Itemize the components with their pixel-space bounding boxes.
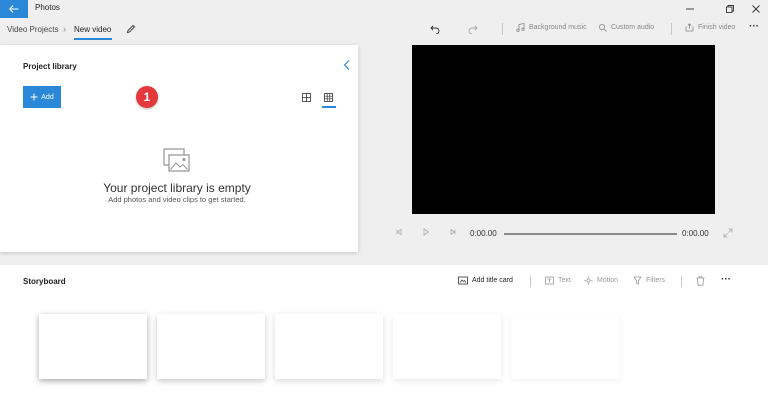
empty-library-subtitle: Add photos and video clips to get starte… xyxy=(108,195,246,204)
command-bar: Video Projects › New video Background mu… xyxy=(0,18,768,42)
storyboard-slot[interactable] xyxy=(275,314,383,379)
text-button[interactable]: Text xyxy=(545,276,571,285)
toolbar-divider xyxy=(671,23,672,35)
large-thumbnail-view-button[interactable] xyxy=(300,91,312,103)
restore-icon xyxy=(726,5,734,13)
photos-empty-icon xyxy=(163,148,190,172)
motion-button[interactable]: Motion xyxy=(584,276,618,285)
storyboard-slot[interactable] xyxy=(157,314,265,379)
expand-icon[interactable] xyxy=(723,228,733,238)
add-media-label: Add xyxy=(41,93,54,101)
storyboard-slot[interactable] xyxy=(39,314,147,379)
motion-icon xyxy=(584,276,593,285)
close-icon xyxy=(752,5,760,13)
callout-marker-1: 1 xyxy=(136,86,158,108)
active-view-underline xyxy=(322,106,336,108)
back-button[interactable] xyxy=(0,0,28,18)
storyboard-title: Storyboard xyxy=(23,277,66,286)
storyboard-more-button[interactable]: ··· xyxy=(721,274,731,285)
play-icon[interactable] xyxy=(421,227,431,237)
filters-icon xyxy=(633,276,642,285)
export-icon xyxy=(685,23,694,32)
storyboard-slot[interactable] xyxy=(511,314,619,379)
total-time: 0:00.00 xyxy=(682,229,709,238)
title-bar: Photos xyxy=(0,0,768,18)
breadcrumb-active-underline xyxy=(74,38,112,40)
filters-button[interactable]: Filters xyxy=(633,276,665,285)
breadcrumb-separator-icon: › xyxy=(63,24,66,34)
add-title-card-label: Add title card xyxy=(472,277,513,284)
plus-icon xyxy=(30,93,38,101)
storyboard-divider xyxy=(681,276,682,287)
motion-label: Motion xyxy=(597,277,619,284)
add-media-button[interactable]: Add xyxy=(23,86,61,108)
current-time: 0:00.00 xyxy=(470,229,497,238)
custom-audio-icon xyxy=(599,24,607,32)
storyboard-panel: Storyboard Add title card Text Motion Fi… xyxy=(0,265,768,405)
custom-audio-button[interactable]: Custom audio xyxy=(598,23,654,32)
title-card-icon xyxy=(458,276,468,285)
minimize-icon xyxy=(686,8,694,10)
collapse-chevron-left-icon[interactable] xyxy=(342,59,352,71)
scrub-bar[interactable] xyxy=(504,233,677,235)
finish-video-label: Finish video xyxy=(698,24,736,31)
empty-library-title: Your project library is empty xyxy=(103,181,251,195)
video-preview[interactable] xyxy=(412,45,715,214)
toolbar-divider xyxy=(502,23,503,35)
small-thumbnail-view-button[interactable] xyxy=(322,91,334,103)
storyboard-slot[interactable] xyxy=(393,314,501,379)
project-library-panel: Project library Add Your project library… xyxy=(0,45,358,252)
text-icon xyxy=(545,276,554,285)
app-title: Photos xyxy=(35,3,60,12)
background-music-button[interactable]: Background music xyxy=(516,23,587,32)
custom-audio-label: Custom audio xyxy=(611,24,655,31)
music-note-icon xyxy=(516,23,525,32)
edit-pencil-icon[interactable] xyxy=(126,24,136,34)
grid-large-icon xyxy=(301,92,311,102)
minimize-button[interactable] xyxy=(672,0,708,18)
breadcrumb-video-projects[interactable]: Video Projects xyxy=(7,25,58,34)
finish-video-button[interactable]: Finish video xyxy=(685,23,735,32)
grid-small-icon xyxy=(323,92,333,102)
add-title-card-button[interactable]: Add title card xyxy=(458,276,513,285)
breadcrumb-current: New video xyxy=(74,25,112,34)
previous-frame-icon[interactable] xyxy=(394,227,404,237)
redo-icon[interactable] xyxy=(468,24,478,34)
text-label: Text xyxy=(558,277,571,284)
filters-label: Filters xyxy=(646,277,666,284)
undo-icon[interactable] xyxy=(430,24,440,34)
close-button[interactable] xyxy=(738,0,768,18)
background-music-label: Background music xyxy=(529,24,587,31)
storyboard-divider xyxy=(530,276,531,287)
next-frame-icon[interactable] xyxy=(448,227,458,237)
more-options-button[interactable]: ··· xyxy=(749,21,759,32)
back-arrow-icon xyxy=(9,5,19,13)
trash-icon[interactable] xyxy=(696,276,705,286)
project-library-title: Project library xyxy=(23,62,77,71)
